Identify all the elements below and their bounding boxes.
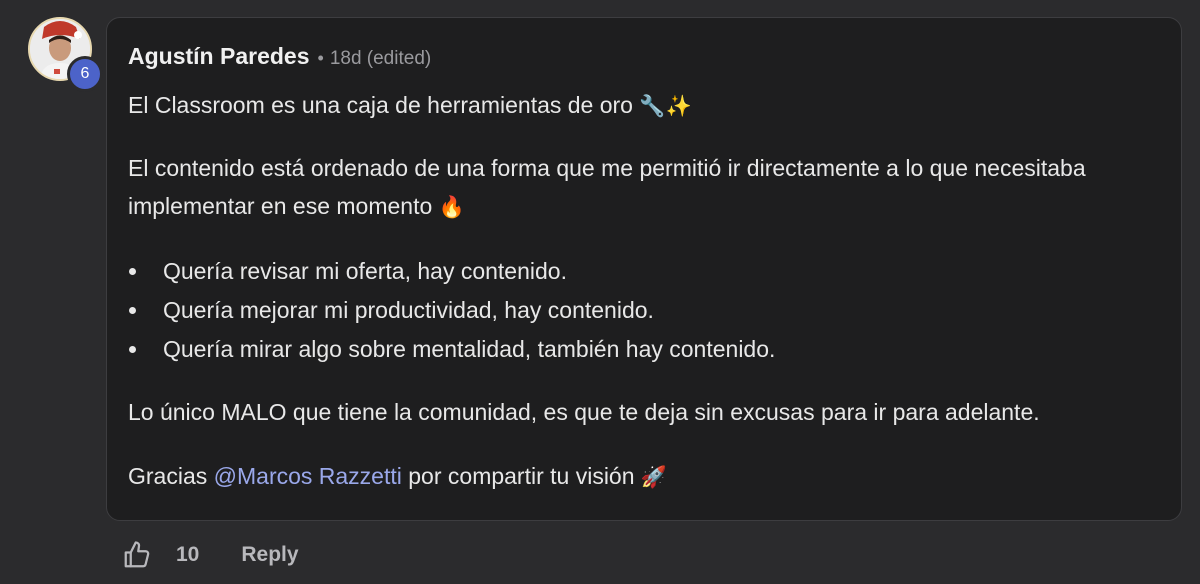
paragraph-5-suffix: por compartir tu visión bbox=[401, 463, 635, 489]
comment-card: Agustín Paredes • 18d (edited) El Classr… bbox=[106, 17, 1182, 521]
paragraph-5: Gracias @Marcos Razzetti por compartir t… bbox=[128, 457, 1158, 496]
post-timestamp[interactable]: 18d (edited) bbox=[330, 48, 431, 70]
bullet-dot-icon bbox=[129, 268, 136, 275]
level-badge: 6 bbox=[67, 56, 103, 92]
like-count: 10 bbox=[176, 543, 200, 566]
meta-separator: • bbox=[317, 48, 324, 68]
list-item-text: Quería mejorar mi productividad, hay con… bbox=[163, 297, 654, 323]
comment-thread: 6 Agustín Paredes • 18d (edited) El Clas… bbox=[0, 0, 1200, 584]
list-item: Quería mejorar mi productividad, hay con… bbox=[128, 291, 1158, 330]
comment-actions: 10 Reply bbox=[122, 537, 299, 573]
bullet-dot-icon bbox=[129, 307, 136, 314]
list-item: Quería mirar algo sobre mentalidad, tamb… bbox=[128, 330, 1158, 369]
fire-emoji-icon: 🔥 bbox=[438, 195, 465, 219]
paragraph-1: El Classroom es una caja de herramientas… bbox=[128, 86, 1158, 125]
comment-header: Agustín Paredes • 18d (edited) bbox=[128, 43, 431, 70]
bullet-dot-icon bbox=[129, 346, 136, 353]
author-name[interactable]: Agustín Paredes bbox=[128, 43, 310, 70]
list-item-text: Quería revisar mi oferta, hay contenido. bbox=[163, 258, 567, 284]
paragraph-4: Lo único MALO que tiene la comunidad, es… bbox=[128, 399, 1040, 425]
list-item-text: Quería mirar algo sobre mentalidad, tamb… bbox=[163, 336, 776, 362]
user-mention-link[interactable]: @Marcos Razzetti bbox=[214, 463, 402, 489]
comment-body: El Classroom es una caja de herramientas… bbox=[128, 86, 1158, 496]
paragraph-2: El contenido está ordenado de una forma … bbox=[128, 149, 1158, 226]
list-item: Quería revisar mi oferta, hay contenido. bbox=[128, 252, 1158, 291]
bullet-list: Quería revisar mi oferta, hay contenido.… bbox=[128, 252, 1158, 369]
like-button[interactable] bbox=[122, 540, 152, 570]
paragraph-5-prefix: Gracias bbox=[128, 463, 214, 489]
thumbs-up-icon[interactable] bbox=[122, 540, 152, 570]
paragraph-2-text: El contenido está ordenado de una forma … bbox=[128, 155, 1086, 219]
author-avatar-container[interactable]: 6 bbox=[28, 17, 103, 92]
tools-sparkles-emoji-icon: 🔧✨ bbox=[639, 94, 692, 118]
paragraph-1-text: El Classroom es una caja de herramientas… bbox=[128, 92, 633, 118]
rocket-emoji-icon: 🚀 bbox=[640, 465, 668, 489]
reply-button[interactable]: Reply bbox=[241, 543, 298, 567]
